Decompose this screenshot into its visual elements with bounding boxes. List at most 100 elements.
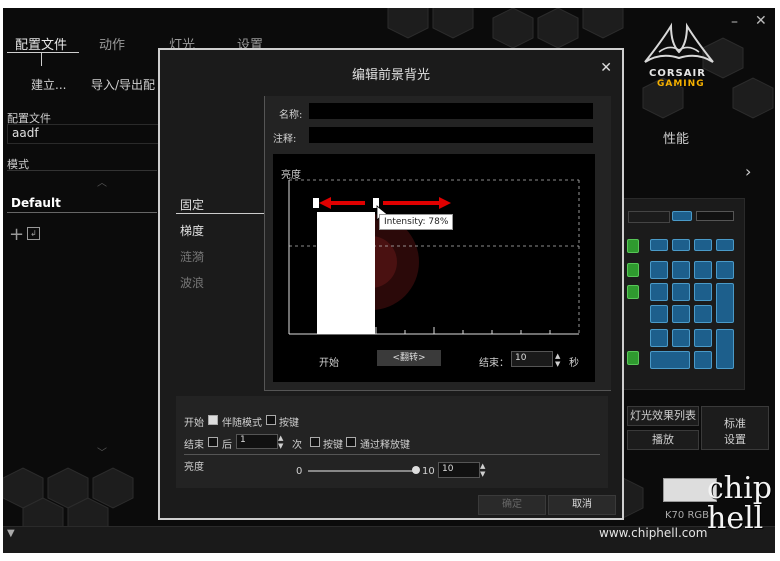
key[interactable] — [694, 305, 712, 323]
volume-wheel — [696, 211, 734, 221]
key[interactable] — [672, 305, 690, 323]
end-time-input[interactable]: 10 — [511, 351, 553, 367]
menu-ripple[interactable]: 涟漪 — [180, 248, 204, 265]
key[interactable] — [650, 261, 668, 279]
start-option-label: 开始 — [184, 418, 204, 429]
key[interactable] — [694, 283, 712, 301]
edit-foreground-dialog: 编辑前景背光 ✕ 固定 梯度 涟漪 波浪 名称: 注释: 亮度 Intensit… — [158, 48, 624, 520]
end-after-checkbox[interactable] — [208, 437, 218, 447]
chevron-right-icon[interactable]: › — [745, 162, 751, 181]
dialog-close-button[interactable]: ✕ — [600, 60, 612, 76]
intensity-graph[interactable] — [273, 154, 595, 382]
tab-underline — [7, 52, 79, 53]
section-divider — [184, 454, 600, 455]
effects-list-button[interactable]: 灯光效果列表 — [627, 406, 699, 426]
brightness-max: 10 — [422, 466, 435, 477]
flip-button[interactable]: <翻转> — [377, 350, 441, 366]
expand-down-icon[interactable]: ▼ — [7, 528, 15, 539]
start-keypress-checkbox[interactable] — [266, 415, 276, 425]
create-button[interactable]: 建立... — [31, 76, 66, 93]
standard-settings-button[interactable]: 标准 设置 — [701, 406, 769, 450]
key[interactable] — [716, 329, 734, 369]
brightness-min: 0 — [296, 466, 303, 477]
end-axis-label: 结束： — [479, 358, 509, 369]
end-time-stepper-icon[interactable]: ▲ ▼ — [555, 352, 560, 368]
key[interactable] — [716, 239, 734, 251]
keyboard-preview — [623, 198, 745, 390]
key[interactable] — [672, 261, 690, 279]
key[interactable] — [650, 305, 668, 323]
release-key-label: 通过释放键 — [360, 440, 410, 451]
scroll-up-icon[interactable]: ︿ — [97, 174, 107, 189]
times-label: 次 — [292, 440, 302, 451]
name-label: 名称: — [279, 110, 303, 121]
brightness-value: 10 — [442, 464, 454, 474]
app-window: – ✕ 配置文件 动作 灯光 设置 建立... 导入/导出配 配置文件 aadf… — [3, 8, 775, 553]
key[interactable] — [627, 351, 639, 365]
media-keys — [628, 211, 670, 223]
add-mode-icon[interactable]: + — [9, 224, 24, 245]
key[interactable] — [627, 263, 639, 277]
import-export-button[interactable]: 导入/导出配 — [91, 76, 155, 93]
key[interactable] — [672, 283, 690, 301]
import-mode-icon[interactable]: ↲ — [27, 227, 40, 240]
scroll-down-icon[interactable]: ﹀ — [97, 444, 107, 459]
brightness-slider-thumb[interactable] — [412, 466, 420, 474]
end-keypress-checkbox[interactable] — [310, 437, 320, 447]
release-key-checkbox[interactable] — [346, 437, 356, 447]
brand-corsair: CORSAIR — [649, 68, 706, 79]
profile-select[interactable]: aadf — [7, 124, 159, 144]
note-input[interactable] — [309, 127, 593, 143]
menu-static[interactable]: 固定 — [180, 196, 204, 213]
repeat-count-input[interactable]: 1 — [236, 434, 278, 449]
close-window-button[interactable]: ✕ — [755, 13, 767, 29]
key[interactable] — [672, 239, 690, 251]
tab-indicator — [41, 52, 42, 66]
repeat-count-value: 1 — [240, 435, 246, 445]
graph-panel: 亮度 Intensity: 78% 开始 <翻转> 结束： 10 ▲ ▼ 秒 — [273, 154, 595, 382]
end-keypress-label: 按键 — [323, 440, 343, 451]
key[interactable] — [694, 239, 712, 251]
seconds-unit: 秒 — [569, 358, 579, 369]
corsair-sails-icon — [644, 22, 714, 63]
brand-gaming: GAMING — [657, 79, 705, 89]
follow-mode-checkbox[interactable] — [208, 415, 218, 425]
end-time-value: 10 — [515, 353, 527, 363]
key[interactable] — [694, 351, 712, 369]
minimize-button[interactable]: – — [731, 14, 738, 30]
key[interactable] — [672, 211, 692, 221]
key[interactable] — [716, 261, 734, 279]
tab-actions[interactable]: 动作 — [99, 34, 125, 53]
brightness-input[interactable]: 10 — [438, 462, 480, 478]
dialog-title: 编辑前景背光 — [351, 68, 430, 83]
key[interactable] — [650, 329, 668, 347]
performance-tab[interactable]: 性能 — [663, 128, 689, 147]
key[interactable] — [627, 239, 639, 253]
key[interactable] — [672, 329, 690, 347]
menu-wave[interactable]: 波浪 — [180, 274, 204, 291]
brightness-slider[interactable] — [308, 470, 416, 472]
key[interactable] — [650, 239, 668, 251]
follow-mode-label: 伴随模式 — [222, 418, 262, 429]
watermark-site: www.chiphell.com — [599, 526, 708, 540]
menu-gradient[interactable]: 梯度 — [180, 222, 204, 239]
key[interactable] — [627, 285, 639, 299]
cancel-button[interactable]: 取消 — [548, 495, 616, 515]
play-button[interactable]: 播放 — [627, 430, 699, 450]
key[interactable] — [694, 261, 712, 279]
key[interactable] — [650, 283, 668, 301]
key[interactable] — [716, 283, 734, 323]
mode-item-default[interactable]: Default — [11, 196, 61, 210]
repeat-stepper-icon[interactable]: ▲ ▼ — [278, 434, 283, 450]
end-after-label: 后 — [222, 440, 232, 451]
settings-label: 设置 — [724, 433, 746, 446]
key[interactable] — [694, 329, 712, 347]
ok-button[interactable]: 确定 — [478, 495, 546, 515]
tab-profiles[interactable]: 配置文件 — [15, 34, 67, 53]
note-label: 注释: — [273, 134, 297, 145]
profile-value: aadf — [12, 126, 39, 140]
menu-underline — [176, 213, 264, 214]
brightness-stepper-icon[interactable]: ▲ ▼ — [480, 462, 485, 478]
key[interactable] — [650, 351, 690, 369]
name-input[interactable] — [309, 103, 593, 119]
